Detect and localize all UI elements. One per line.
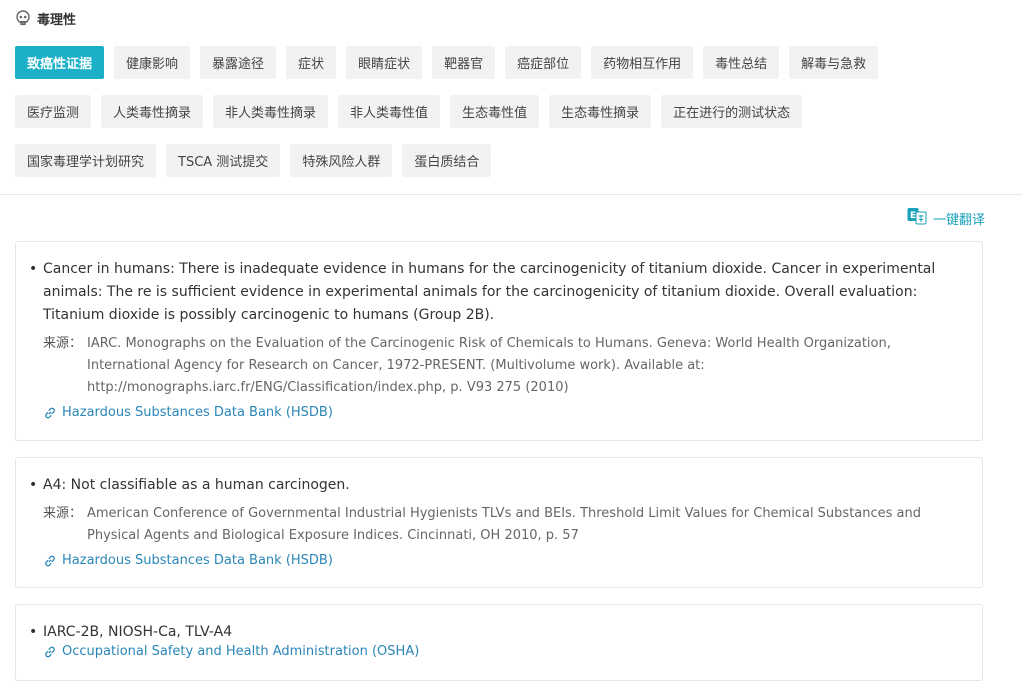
link-icon [43, 645, 57, 659]
tab-cancer-sites[interactable]: 癌症部位 [505, 46, 582, 79]
section-header: 毒理性 [15, 8, 76, 28]
tab-non-human-toxicity-excerpts[interactable]: 非人类毒性摘录 [213, 95, 329, 128]
record-text: • Cancer in humans: There is inadequate … [29, 258, 968, 327]
source-text: IARC. Monographs on the Evaluation of th… [87, 336, 891, 395]
bullet: • [29, 477, 38, 493]
record-text-content: A4: Not classifiable as a human carcinog… [43, 477, 350, 493]
link-label: Hazardous Substances Data Bank (HSDB) [62, 553, 333, 568]
source-label: 来源： [43, 336, 83, 351]
section-title: 毒理性 [37, 12, 77, 28]
link-label: Occupational Safety and Health Administr… [62, 644, 420, 659]
translate-icon: E [907, 207, 927, 229]
tab-ecotoxicity-values[interactable]: 生态毒性值 [450, 95, 540, 128]
link-label: Hazardous Substances Data Bank (HSDB) [62, 405, 333, 420]
record-source: 来源： IARC. Monographs on the Evaluation o… [29, 333, 968, 399]
tab-exposure-routes[interactable]: 暴露途径 [200, 46, 277, 79]
record-source: 来源： American Conference of Governmental … [29, 503, 968, 547]
tab-antidote-first-aid[interactable]: 解毒与急救 [789, 46, 879, 79]
tab-target-organs[interactable]: 靶器官 [432, 46, 496, 79]
bullet: • [29, 261, 38, 277]
translate-button[interactable]: E 一键翻译 [907, 207, 985, 229]
tab-drug-interactions[interactable]: 药物相互作用 [591, 46, 694, 79]
divider [0, 194, 1022, 195]
record-card: • A4: Not classifiable as a human carcin… [15, 457, 983, 588]
link-icon [43, 406, 57, 420]
tab-bar: 致癌性证据 健康影响 暴露途径 症状 眼睛症状 靶器官 癌症部位 药物相互作用 … [15, 46, 1005, 193]
tab-protein-binding[interactable]: 蛋白质结合 [402, 144, 492, 177]
link-icon [43, 554, 57, 568]
tab-eye-symptoms[interactable]: 眼睛症状 [346, 46, 423, 79]
tab-toxicity-summary[interactable]: 毒性总结 [703, 46, 780, 79]
record-link[interactable]: Hazardous Substances Data Bank (HSDB) [29, 405, 968, 420]
svg-text:E: E [910, 211, 916, 221]
tab-human-toxicity-excerpts[interactable]: 人类毒性摘录 [101, 95, 204, 128]
tab-health-effects[interactable]: 健康影响 [114, 46, 191, 79]
tab-ecotoxicity-excerpts[interactable]: 生态毒性摘录 [549, 95, 652, 128]
record-link[interactable]: Occupational Safety and Health Administr… [29, 644, 968, 659]
record-card: • Cancer in humans: There is inadequate … [15, 241, 983, 441]
record-card: • IARC-2B, NIOSH-Ca, TLV-A4 Occupational… [15, 604, 983, 681]
source-label: 来源： [43, 506, 83, 521]
tab-non-human-toxicity-values[interactable]: 非人类毒性值 [338, 95, 441, 128]
tab-carcinogen-evidence[interactable]: 致癌性证据 [15, 46, 105, 79]
bullet: • [29, 624, 38, 640]
tab-special-risk-populations[interactable]: 特殊风险人群 [290, 144, 393, 177]
tab-tsca-test-submissions[interactable]: TSCA 测试提交 [166, 144, 281, 177]
tab-ongoing-test-status[interactable]: 正在进行的测试状态 [661, 95, 803, 128]
tab-row: 国家毒理学计划研究 TSCA 测试提交 特殊风险人群 蛋白质结合 [15, 144, 1005, 177]
tab-symptoms[interactable]: 症状 [286, 46, 337, 79]
translate-label: 一键翻译 [932, 212, 985, 228]
skull-icon [15, 10, 31, 26]
tab-ntp-studies[interactable]: 国家毒理学计划研究 [15, 144, 157, 177]
record-text-content: IARC-2B, NIOSH-Ca, TLV-A4 [43, 624, 233, 640]
record-text: • A4: Not classifiable as a human carcin… [29, 474, 968, 497]
tab-row: 致癌性证据 健康影响 暴露途径 症状 眼睛症状 靶器官 癌症部位 药物相互作用 … [15, 46, 1005, 79]
record-text-content: Cancer in humans: There is inadequate ev… [43, 261, 936, 323]
tab-row: 医疗监测 人类毒性摘录 非人类毒性摘录 非人类毒性值 生态毒性值 生态毒性摘录 … [15, 95, 1005, 128]
record-link[interactable]: Hazardous Substances Data Bank (HSDB) [29, 553, 968, 568]
record-text: • IARC-2B, NIOSH-Ca, TLV-A4 [29, 621, 968, 644]
tab-medical-surveillance[interactable]: 医疗监测 [15, 95, 92, 128]
source-text: American Conference of Governmental Indu… [87, 506, 922, 543]
